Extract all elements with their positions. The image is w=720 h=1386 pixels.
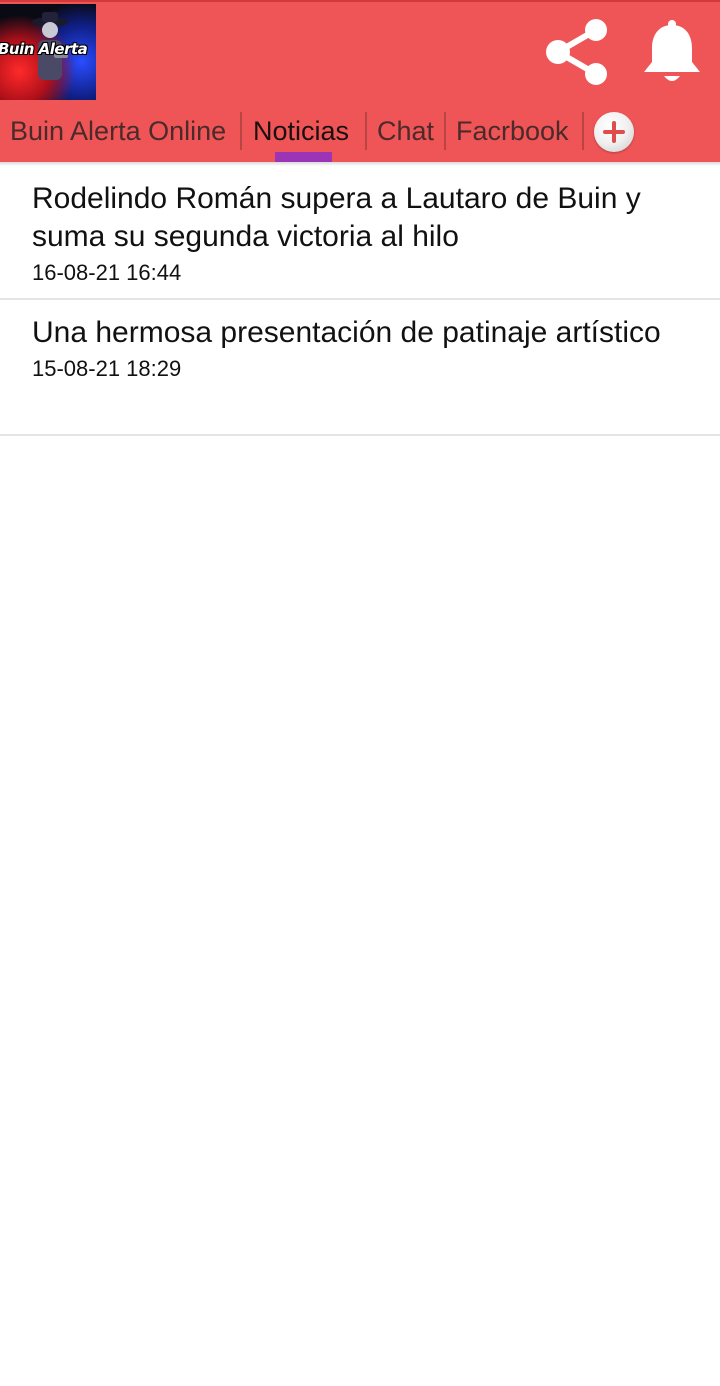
news-item[interactable]: Una hermosa presentación de patinaje art… xyxy=(0,300,720,436)
news-date: 15-08-21 18:29 xyxy=(32,356,182,381)
app-screen: Buin Alerta Buin Alerta Online Noticias xyxy=(0,0,720,1386)
bell-icon xyxy=(644,20,700,81)
news-date: 16-08-21 16:44 xyxy=(32,260,182,285)
tab-divider xyxy=(582,112,584,150)
share-button[interactable] xyxy=(540,16,612,88)
tab-bar: Buin Alerta Online Noticias Chat Facrboo… xyxy=(0,108,720,164)
active-tab-indicator xyxy=(275,152,332,162)
news-list: Rodelindo Román supera a Lautaro de Buin… xyxy=(0,166,720,436)
tab-divider xyxy=(240,112,242,150)
app-header: Buin Alerta Buin Alerta Online Noticias xyxy=(0,0,720,162)
notifications-button[interactable] xyxy=(640,18,704,86)
tab-facrbook[interactable]: Facrbook xyxy=(456,108,569,154)
tab-divider xyxy=(444,112,446,150)
tab-chat[interactable]: Chat xyxy=(377,108,434,154)
news-title: Rodelindo Román supera a Lautaro de Buin… xyxy=(32,182,641,253)
add-tab-button[interactable] xyxy=(594,112,634,152)
tab-noticias[interactable]: Noticias xyxy=(253,108,349,154)
logo-text: Buin Alerta xyxy=(0,40,88,58)
tab-buin-alerta-online[interactable]: Buin Alerta Online xyxy=(10,108,226,154)
app-logo[interactable]: Buin Alerta xyxy=(0,4,96,100)
news-title: Una hermosa presentación de patinaje art… xyxy=(32,316,661,349)
share-icon xyxy=(546,19,607,85)
tab-divider xyxy=(365,112,367,150)
news-item[interactable]: Rodelindo Román supera a Lautaro de Buin… xyxy=(0,166,720,300)
